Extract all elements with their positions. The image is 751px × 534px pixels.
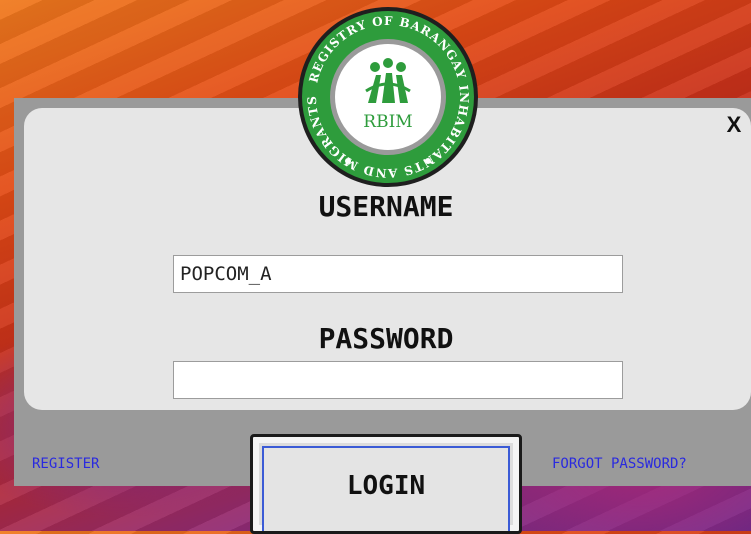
- register-link[interactable]: REGISTER: [32, 456, 99, 472]
- password-label: PASSWORD: [318, 322, 454, 355]
- rbim-logo: REGISTRY OF BARANGAY INHABITANTS AND MIG…: [298, 7, 478, 187]
- forgot-password-link[interactable]: FORGOT PASSWORD?: [552, 456, 687, 472]
- login-button[interactable]: LOGIN: [250, 434, 522, 534]
- logo-center-text: RBIM: [363, 112, 412, 132]
- close-button[interactable]: X: [722, 112, 746, 138]
- username-label: USERNAME: [318, 190, 454, 223]
- password-input[interactable]: [173, 361, 623, 399]
- username-input[interactable]: [173, 255, 623, 293]
- login-button-label: LOGIN: [346, 471, 426, 501]
